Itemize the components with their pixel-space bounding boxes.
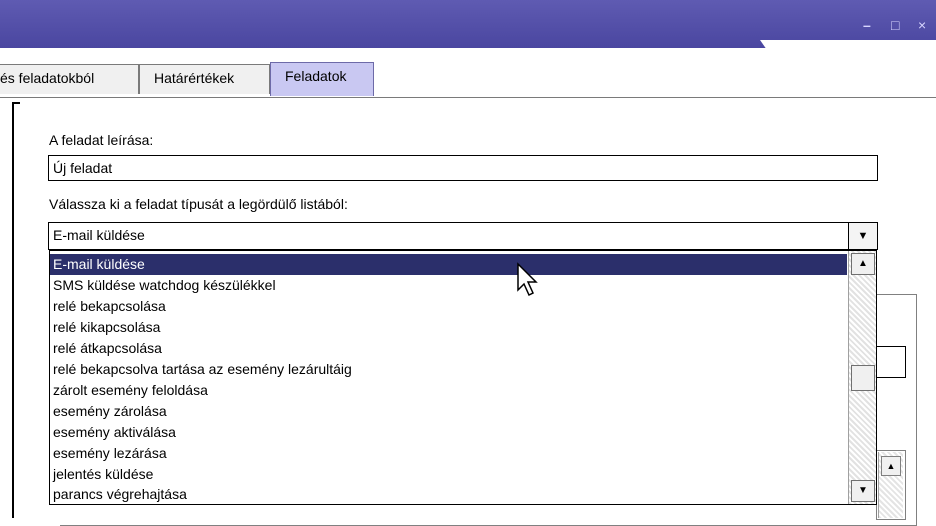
dropdown-option[interactable]: relé bekapcsolva tartása az esemény lezá… bbox=[50, 359, 847, 380]
dropdown-scrollbar[interactable]: ▲ ▼ bbox=[848, 251, 876, 504]
dropdown-option[interactable]: zárolt esemény feloldása bbox=[50, 380, 847, 401]
dropdown-option[interactable]: SMS küldése watchdog készülékkel bbox=[50, 275, 847, 296]
minimize-button[interactable]: – bbox=[863, 18, 871, 32]
dropdown-option[interactable]: esemény zárolása bbox=[50, 401, 847, 422]
dropdown-option[interactable]: parancs végrehajtása bbox=[50, 484, 847, 505]
task-type-label: Válassza ki a feladat típusát a legördül… bbox=[49, 196, 348, 212]
description-input[interactable]: Új feladat bbox=[48, 155, 878, 181]
title-bar-edge bbox=[760, 40, 936, 60]
scroll-down-button[interactable]: ▼ bbox=[851, 480, 875, 502]
panel-frame bbox=[12, 102, 20, 518]
tab-tasks[interactable]: Feladatok bbox=[270, 62, 374, 96]
description-label: A feladat leírása: bbox=[49, 132, 154, 148]
scroll-up-button[interactable]: ▲ bbox=[851, 253, 875, 275]
dropdown-option[interactable]: relé bekapcsolása bbox=[50, 296, 847, 317]
dropdown-option[interactable]: relé átkapcsolása bbox=[50, 338, 847, 359]
tab-events-tasks[interactable]: és feladatokból bbox=[0, 64, 139, 94]
task-type-dropdown-list[interactable]: E-mail küldése SMS küldése watchdog kész… bbox=[49, 250, 877, 505]
maximize-button[interactable]: □ bbox=[891, 18, 899, 32]
chevron-down-icon[interactable]: ▼ bbox=[848, 223, 877, 249]
dropdown-option[interactable]: E-mail küldése bbox=[50, 254, 847, 275]
task-type-select[interactable]: E-mail küldése ▼ bbox=[48, 222, 878, 250]
scroll-thumb[interactable] bbox=[851, 365, 875, 391]
task-type-value: E-mail küldése bbox=[53, 227, 145, 243]
close-button[interactable]: × bbox=[918, 18, 926, 32]
background-scrollbar: ▲ bbox=[878, 452, 903, 518]
dropdown-option[interactable]: esemény lezárása bbox=[50, 443, 847, 464]
title-bar: – □ × bbox=[0, 0, 936, 60]
tab-thresholds[interactable]: Határértékek bbox=[139, 64, 270, 94]
dropdown-option[interactable]: esemény aktiválása bbox=[50, 422, 847, 443]
dropdown-option[interactable]: relé kikapcsolása bbox=[50, 317, 847, 338]
mouse-cursor-icon bbox=[517, 262, 538, 297]
scroll-up-icon: ▲ bbox=[881, 456, 901, 476]
dropdown-option[interactable]: jelentés küldése bbox=[50, 464, 847, 485]
tab-divider bbox=[0, 97, 936, 98]
tab-strip: és feladatokból Határértékek Feladatok bbox=[0, 62, 936, 98]
